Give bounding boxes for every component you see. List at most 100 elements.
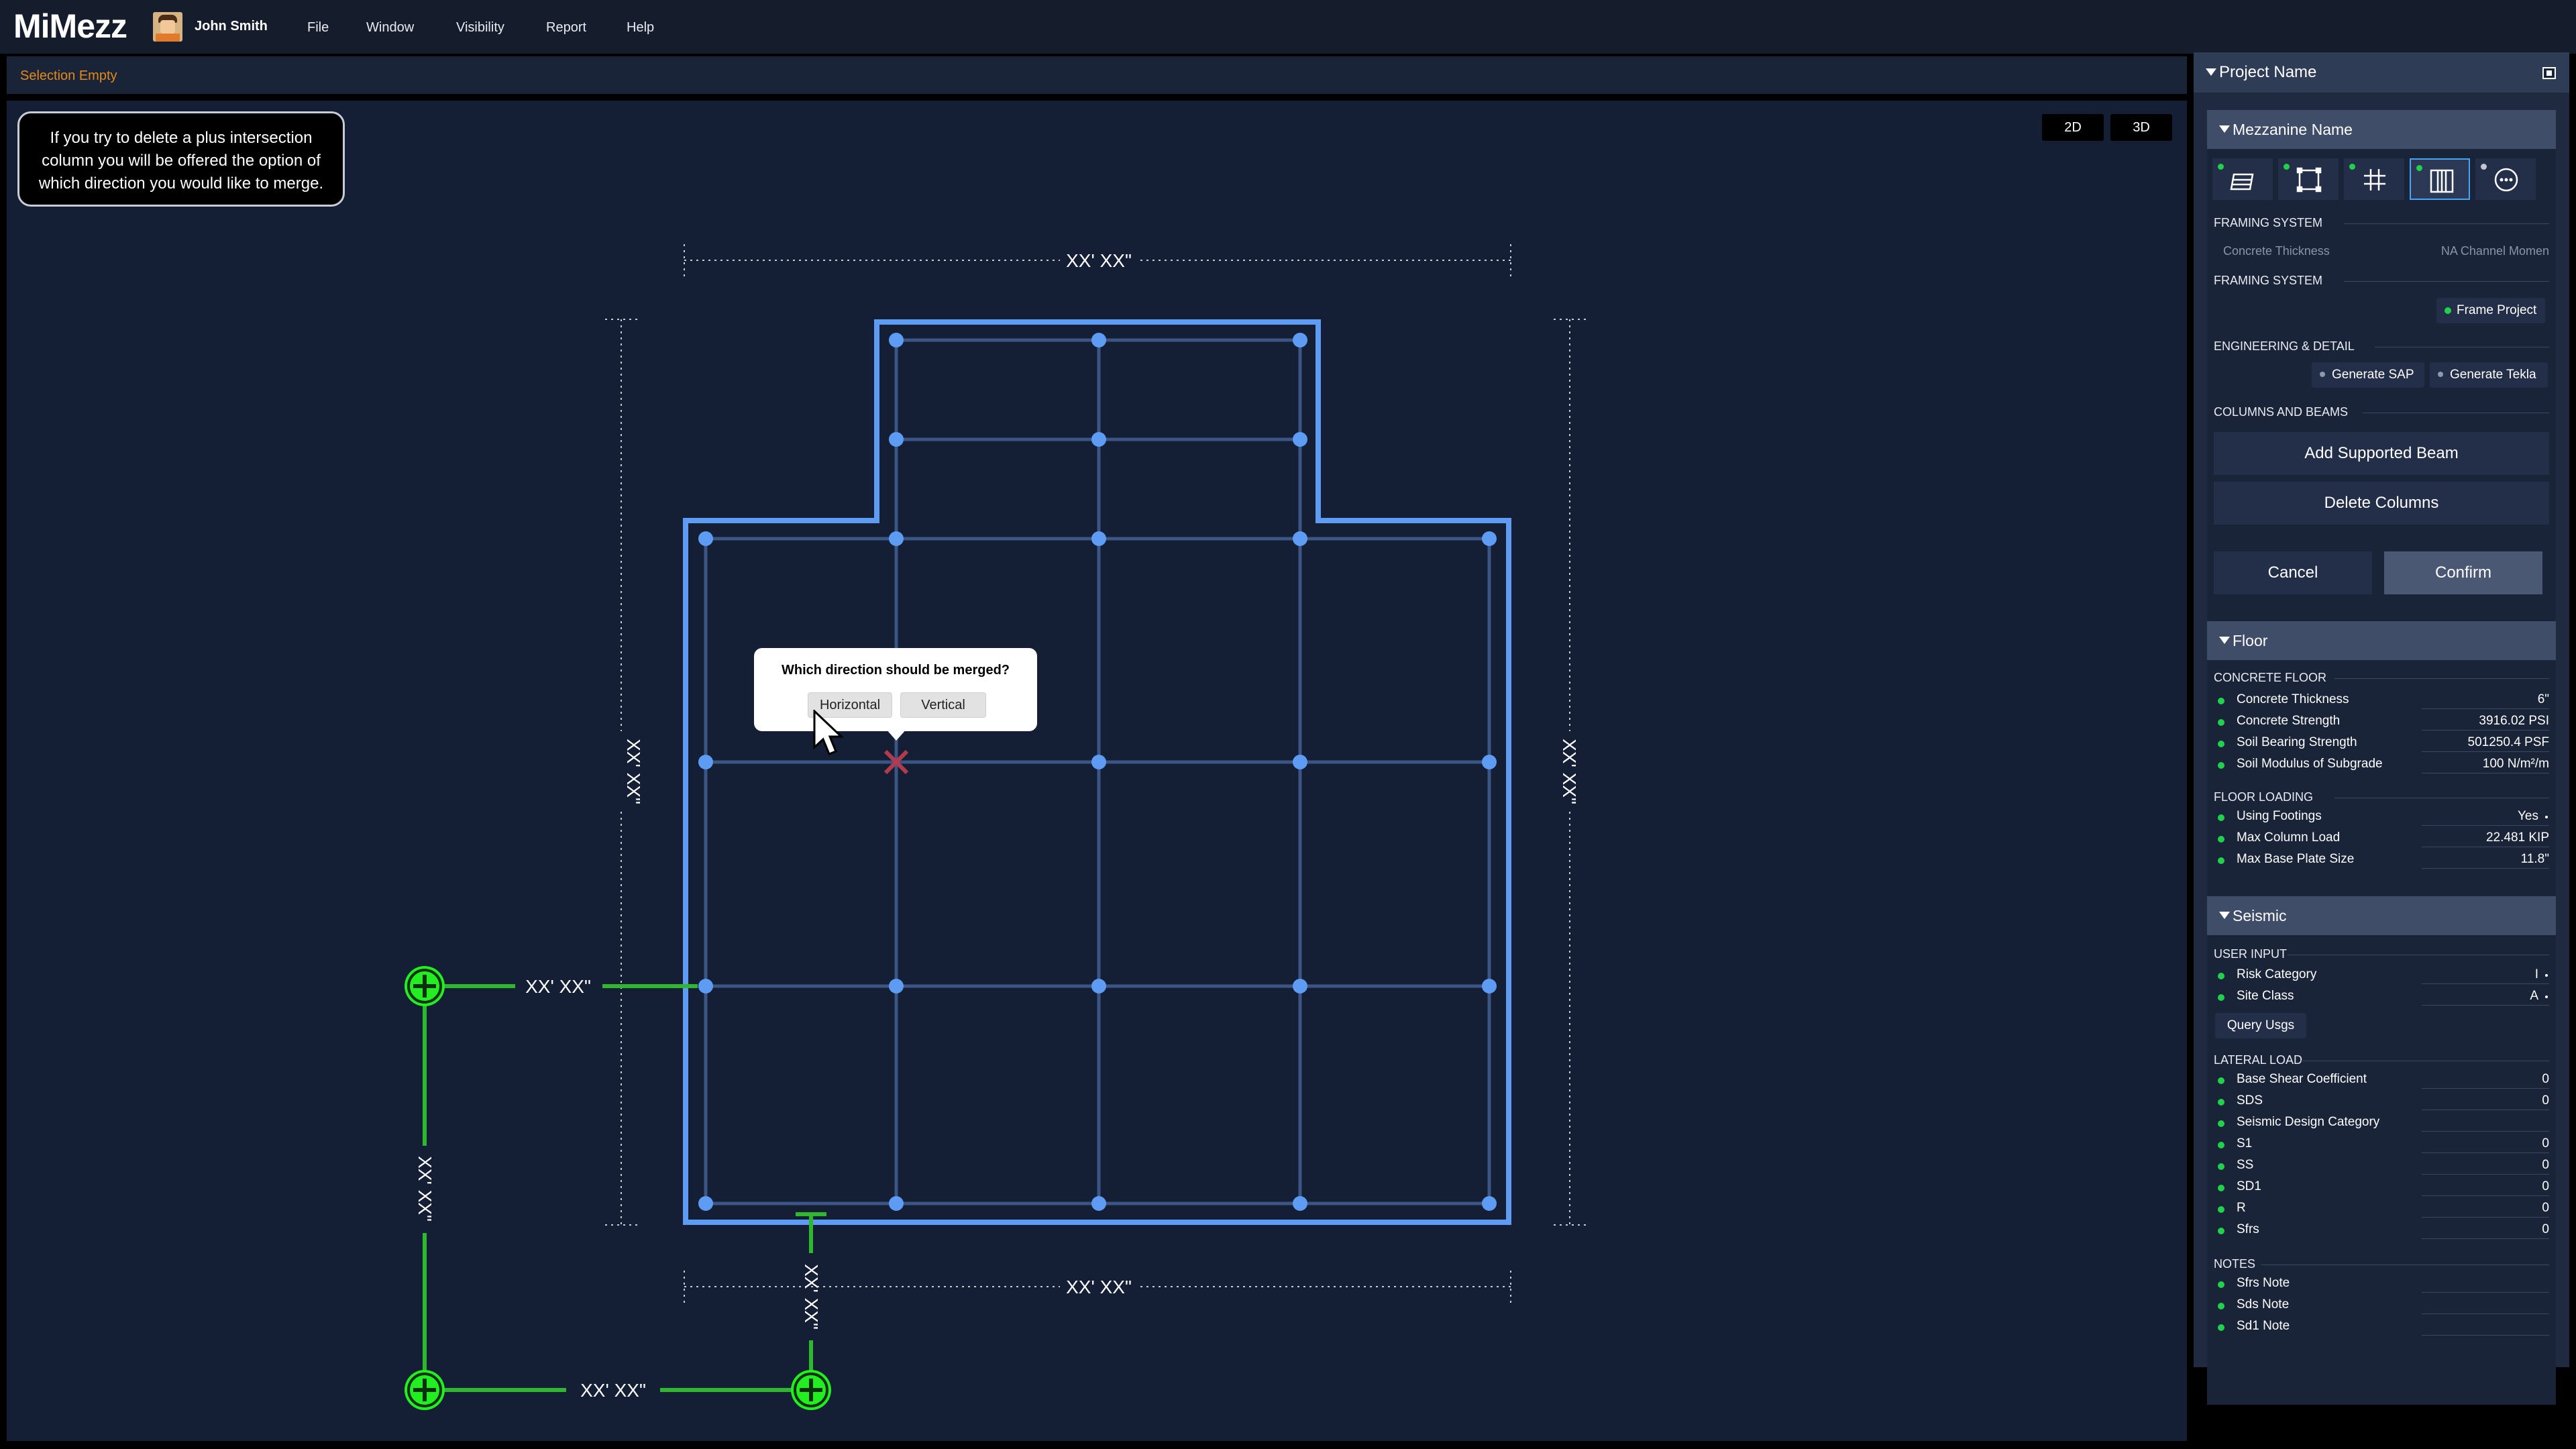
project-title: Project Name xyxy=(2219,63,2317,81)
mouse-cursor-icon xyxy=(813,710,844,755)
columns-icon xyxy=(2430,169,2454,193)
user-input-label: USER INPUT xyxy=(2214,947,2288,961)
tool-floor-stack[interactable] xyxy=(2212,158,2273,200)
merge-direction-popup: Which direction should be merged? Horizo… xyxy=(754,648,1037,741)
generate-sap-button[interactable]: Generate SAP xyxy=(2312,362,2424,388)
mezzanine-title: Mezzanine Name xyxy=(2233,121,2353,138)
collapse-triangle-icon[interactable] xyxy=(2219,125,2230,133)
r-value[interactable]: 0 xyxy=(2542,1201,2549,1216)
dim-left-label: XX' XX" xyxy=(623,739,644,804)
dropdown-icon[interactable] xyxy=(2545,974,2548,977)
risk-category-label: Risk Category xyxy=(2237,967,2317,981)
ss-value[interactable]: 0 xyxy=(2542,1158,2549,1173)
concrete-thickness-label: Concrete Thickness xyxy=(2237,692,2349,706)
project-section-header[interactable]: Project Name xyxy=(2194,52,2569,93)
generate-tekla-button[interactable]: Generate Tekla xyxy=(2430,362,2548,388)
dim-right-label: XX' XX" xyxy=(1559,739,1580,804)
s1-value[interactable]: 0 xyxy=(2542,1136,2549,1151)
tool-grid[interactable] xyxy=(2344,158,2404,200)
confirm-button[interactable]: Confirm xyxy=(2384,551,2542,594)
seismic-title: Seismic xyxy=(2233,907,2287,924)
concrete-thickness-value[interactable]: 6" xyxy=(2538,692,2549,707)
max-column-load-label: Max Column Load xyxy=(2237,830,2341,845)
max-column-load-value[interactable]: 22.481 KIP xyxy=(2486,830,2549,845)
plus-handle-top-left-icon xyxy=(405,966,445,1006)
sfrs-label: Sfrs xyxy=(2237,1222,2259,1236)
seismic-section-header[interactable]: Seismic xyxy=(2207,896,2556,935)
add-supported-beam-button[interactable]: Add Supported Beam xyxy=(2214,432,2549,475)
columns-beams-label: COLUMNS AND BEAMS xyxy=(2214,405,2349,419)
query-usgs-button[interactable]: Query Usgs xyxy=(2215,1013,2306,1038)
base-shear-value[interactable]: 0 xyxy=(2542,1072,2549,1087)
lateral-load-label: LATERAL LOAD xyxy=(2214,1053,2303,1067)
max-base-plate-value[interactable]: 11.8" xyxy=(2521,852,2549,867)
sfrs-note-label[interactable]: Sfrs Note xyxy=(2237,1276,2290,1291)
using-footings-label: Using Footings xyxy=(2237,809,2322,823)
framing-right-value: NA Channel Momen xyxy=(2440,244,2549,258)
tool-more[interactable] xyxy=(2475,158,2536,200)
ss-label: SS xyxy=(2237,1158,2254,1172)
popup-pointer xyxy=(885,729,907,741)
soil-bearing-label: Soil Bearing Strength xyxy=(2237,735,2357,749)
soil-bearing-value[interactable]: 501250.4 PSF xyxy=(2468,735,2549,750)
seismic-group: USER INPUT Risk Category I Site Class A … xyxy=(2207,935,2556,1405)
plus-handle-bottom-right-icon xyxy=(791,1370,831,1410)
sfrs-value[interactable]: 0 xyxy=(2542,1222,2549,1237)
hint-tooltip: If you try to delete a plus intersection… xyxy=(17,111,345,207)
grid-lines xyxy=(704,338,1491,1205)
r-label: R xyxy=(2237,1201,2246,1215)
floor-group: CONCRETE FLOOR Concrete Thickness 6" Con… xyxy=(2207,660,2556,931)
tool-square-frame[interactable] xyxy=(2278,158,2339,200)
seismic-design-category-label: Seismic Design Category xyxy=(2237,1115,2380,1129)
green-dim-left-label: XX' XX" xyxy=(415,1156,435,1222)
floor-section-header[interactable]: Floor xyxy=(2207,621,2556,660)
sds-value[interactable]: 0 xyxy=(2542,1093,2549,1108)
grid-icon xyxy=(2364,169,2385,191)
concrete-floor-label: CONCRETE FLOOR xyxy=(2214,671,2327,684)
mezzanine-group: FRAMING SYSTEM Concrete Thickness NA Cha… xyxy=(2207,149,2556,633)
max-base-plate-label: Max Base Plate Size xyxy=(2237,852,2355,866)
square-frame-icon xyxy=(2296,167,2322,193)
green-plus-handles[interactable] xyxy=(405,966,831,1410)
plus-handle-bottom-left-icon xyxy=(405,1370,445,1410)
panel-window-icon[interactable] xyxy=(2542,67,2556,79)
floor-loading-label: FLOOR LOADING xyxy=(2214,790,2314,804)
delete-columns-button[interactable]: Delete Columns xyxy=(2214,482,2549,525)
site-class-value[interactable]: A xyxy=(2530,989,2538,1004)
dim-bottom-label: XX' XX" xyxy=(1066,1277,1132,1297)
tool-columns[interactable] xyxy=(2410,158,2470,200)
sds-label: SDS xyxy=(2237,1093,2263,1108)
green-dim-bottom-label: XX' XX" xyxy=(580,1380,646,1401)
framing-system-label-2: FRAMING SYSTEM xyxy=(2214,274,2323,287)
frame-project-button[interactable]: Frame Project xyxy=(2436,298,2545,323)
merge-popup-title: Which direction should be merged? xyxy=(781,663,1010,678)
framing-left-value: Concrete Thickness xyxy=(2223,244,2330,258)
floor-plan-drawing[interactable]: XX' XX" XX' XX" XX' XX" XX' XX" XX' XX" … xyxy=(0,0,2576,1449)
green-dim-top-label: XX' XX" xyxy=(525,976,591,997)
collapse-triangle-icon[interactable] xyxy=(2206,68,2216,76)
mezzanine-section-header[interactable]: Mezzanine Name xyxy=(2207,110,2556,149)
concrete-strength-value[interactable]: 3916.02 PSI xyxy=(2479,714,2549,729)
view-2d-button[interactable]: 2D xyxy=(2042,114,2104,141)
sds-note-label[interactable]: Sds Note xyxy=(2237,1297,2289,1312)
base-shear-label: Base Shear Coefficient xyxy=(2237,1072,2367,1086)
risk-category-value[interactable]: I xyxy=(2535,967,2538,982)
dimension-lines xyxy=(605,244,1586,1303)
sd1-note-label[interactable]: Sd1 Note xyxy=(2237,1319,2290,1334)
collapse-triangle-icon[interactable] xyxy=(2219,912,2230,919)
using-footings-value[interactable]: Yes xyxy=(2518,809,2538,824)
soil-modulus-value[interactable]: 100 N/m²/m xyxy=(2483,757,2549,771)
view-3d-button[interactable]: 3D xyxy=(2110,114,2172,141)
merge-vertical-button[interactable]: Vertical xyxy=(900,692,986,718)
dropdown-icon[interactable] xyxy=(2545,996,2548,998)
collapse-triangle-icon[interactable] xyxy=(2219,637,2230,644)
sd1-label: SD1 xyxy=(2237,1179,2261,1193)
floor-title: Floor xyxy=(2233,632,2268,649)
site-class-label: Site Class xyxy=(2237,989,2294,1003)
sd1-value[interactable]: 0 xyxy=(2542,1179,2549,1194)
framing-system-label: FRAMING SYSTEM xyxy=(2214,216,2323,229)
dropdown-icon[interactable] xyxy=(2545,816,2548,818)
s1-label: S1 xyxy=(2237,1136,2253,1150)
properties-panel: Project Name Mezzanine Name FRAMING SYST… xyxy=(2194,52,2569,1405)
cancel-button[interactable]: Cancel xyxy=(2214,551,2372,594)
